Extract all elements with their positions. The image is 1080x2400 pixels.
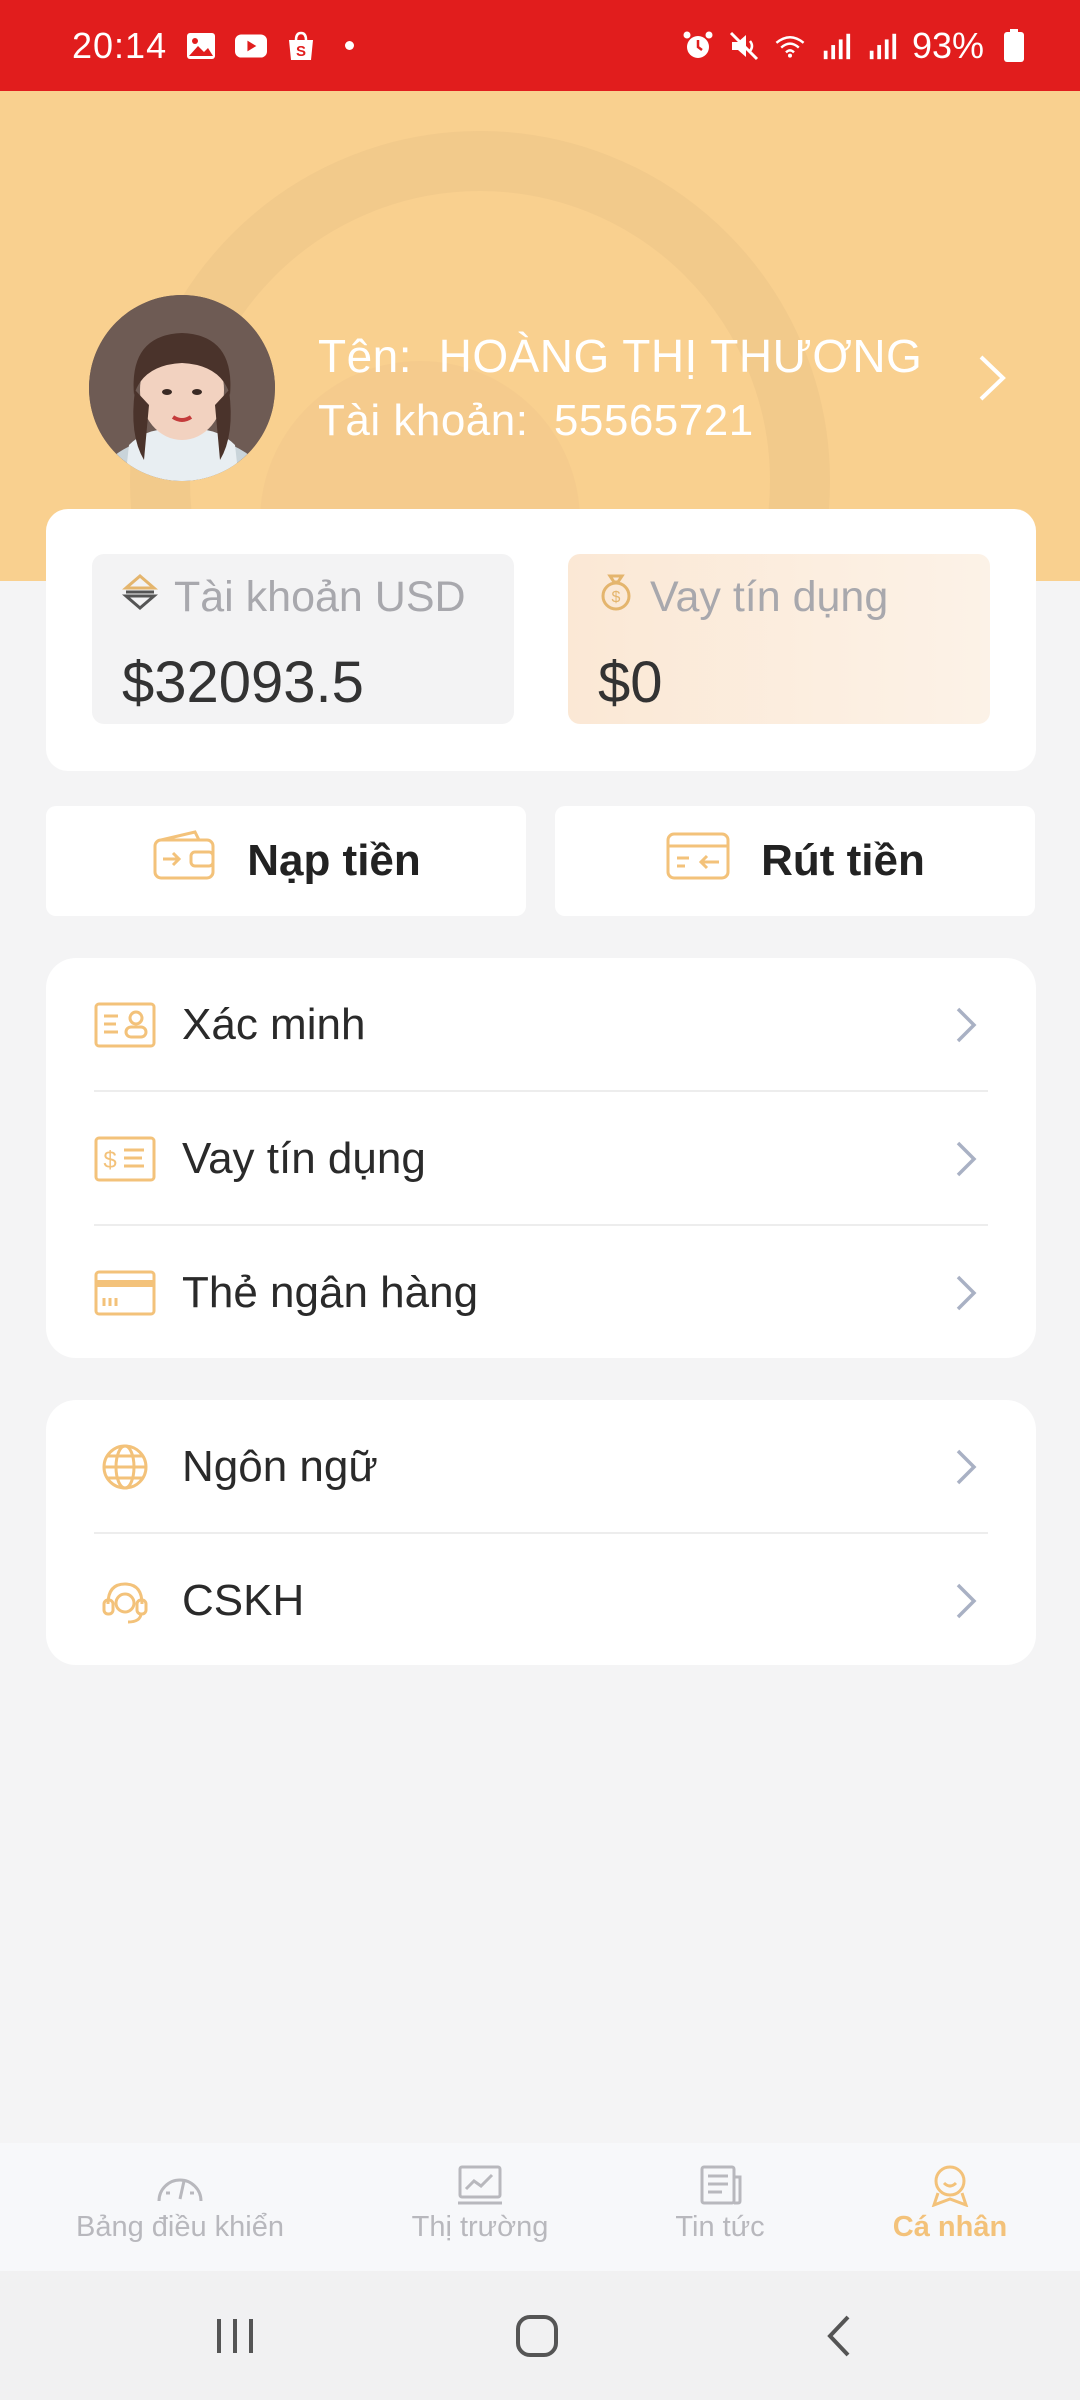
menu-item-label: Xác minh bbox=[182, 1000, 366, 1049]
headset-icon bbox=[94, 1576, 156, 1626]
gallery-icon bbox=[185, 31, 217, 61]
menu-item-language[interactable]: Ngôn ngữ bbox=[46, 1400, 1036, 1534]
name-value: HOÀNG THỊ THƯƠNG bbox=[438, 330, 923, 382]
menu-item-credit-loan[interactable]: $ Vay tín dụng bbox=[46, 1092, 1036, 1226]
notification-dot-icon bbox=[345, 41, 355, 50]
deposit-label: Nạp tiền bbox=[247, 836, 421, 885]
name-label: Tên: bbox=[318, 330, 413, 382]
status-time: 20:14 bbox=[72, 24, 168, 66]
svg-text:$: $ bbox=[612, 589, 621, 606]
chevron-right-icon bbox=[956, 1275, 977, 1311]
market-chart-icon bbox=[458, 2165, 502, 2205]
home-icon[interactable] bbox=[507, 2311, 567, 2361]
news-icon bbox=[700, 2165, 742, 2205]
menu-item-label: CSKH bbox=[182, 1576, 305, 1625]
tab-profile[interactable]: Cá nhân bbox=[880, 2163, 1020, 2244]
money-bag-icon: $ bbox=[598, 572, 634, 623]
menu-item-label: Ngôn ngữ bbox=[182, 1442, 378, 1491]
youtube-icon bbox=[235, 31, 268, 61]
tab-label: Thị trường bbox=[411, 2211, 549, 2243]
tab-label: Cá nhân bbox=[892, 2211, 1008, 2243]
status-bar: 20:14 S 93% bbox=[0, 0, 1080, 91]
id-card-icon bbox=[94, 1000, 156, 1050]
settings-menu-card: Ngôn ngữ CSKH bbox=[46, 1400, 1036, 1665]
withdraw-label: Rút tiền bbox=[761, 836, 925, 885]
loan-bill-icon: $ bbox=[94, 1134, 156, 1184]
back-icon[interactable] bbox=[810, 2311, 870, 2361]
battery-percent: 93% bbox=[911, 24, 984, 66]
profile-account: Tài khoản: 55565721 bbox=[318, 396, 754, 446]
wifi-icon bbox=[774, 31, 806, 61]
svg-text:$: $ bbox=[103, 1147, 116, 1174]
account-label: Tài khoản: bbox=[318, 396, 529, 445]
account-number: 55565721 bbox=[553, 396, 754, 445]
dashboard-gauge-icon bbox=[157, 2178, 203, 2202]
loan-balance-label: Vay tín dụng bbox=[650, 573, 889, 621]
bank-card-icon bbox=[94, 1268, 156, 1318]
shopee-icon: S bbox=[285, 31, 317, 61]
withdraw-button[interactable]: Rút tiền bbox=[555, 806, 1035, 916]
usd-balance-box[interactable]: Tài khoản USD $32093.5 bbox=[92, 554, 514, 724]
tab-dashboard[interactable]: Bảng điều khiển bbox=[75, 2163, 285, 2244]
tab-label: Bảng điều khiển bbox=[76, 2211, 284, 2243]
profile-name: Tên: HOÀNG THỊ THƯƠNG bbox=[318, 329, 922, 383]
loan-balance-box[interactable]: $ Vay tín dụng $0 bbox=[568, 554, 990, 724]
mute-icon bbox=[728, 31, 760, 61]
menu-item-label: Vay tín dụng bbox=[182, 1134, 426, 1183]
tab-news[interactable]: Tin tức bbox=[660, 2163, 780, 2244]
tab-market[interactable]: Thị trường bbox=[405, 2163, 555, 2244]
profile-header: Tên: HOÀNG THỊ THƯƠNG Tài khoản: 5556572… bbox=[0, 91, 1080, 581]
chevron-right-icon[interactable] bbox=[975, 353, 1009, 403]
wallet-deposit-icon bbox=[151, 829, 217, 893]
card-withdraw-icon bbox=[665, 830, 731, 893]
signal-icon bbox=[866, 31, 898, 61]
profile-icon bbox=[931, 2165, 969, 2207]
bottom-tab-bar: Bảng điều khiển Thị trường Tin tức Cá nh… bbox=[0, 2143, 1080, 2271]
account-menu-card: Xác minh $ Vay tín dụng Thẻ ngân hàng bbox=[46, 958, 1036, 1358]
deposit-button[interactable]: Nạp tiền bbox=[46, 806, 526, 916]
globe-icon bbox=[94, 1442, 156, 1492]
menu-item-label: Thẻ ngân hàng bbox=[182, 1268, 479, 1317]
loan-balance-value: $0 bbox=[598, 650, 663, 715]
chevron-right-icon bbox=[956, 1449, 977, 1485]
signal-icon bbox=[820, 31, 852, 61]
usd-balance-value: $32093.5 bbox=[122, 650, 364, 715]
alarm-icon bbox=[682, 31, 714, 61]
battery-icon bbox=[998, 28, 1030, 62]
menu-item-customer-service[interactable]: CSKH bbox=[46, 1534, 1036, 1668]
chevron-right-icon bbox=[956, 1583, 977, 1619]
usd-balance-label: Tài khoản USD bbox=[174, 573, 466, 621]
menu-item-verify[interactable]: Xác minh bbox=[46, 958, 1036, 1092]
tab-label: Tin tức bbox=[675, 2211, 765, 2243]
balance-card: Tài khoản USD $32093.5 $ Vay tín dụng $0 bbox=[46, 509, 1036, 771]
avatar[interactable] bbox=[89, 295, 275, 481]
recent-apps-icon[interactable] bbox=[205, 2311, 265, 2361]
system-nav-bar bbox=[0, 2271, 1080, 2400]
menu-item-bank-card[interactable]: Thẻ ngân hàng bbox=[46, 1226, 1036, 1360]
chevron-right-icon bbox=[956, 1007, 977, 1043]
swap-vertical-icon bbox=[121, 572, 159, 623]
svg-text:S: S bbox=[296, 43, 306, 60]
chevron-right-icon bbox=[956, 1141, 977, 1177]
